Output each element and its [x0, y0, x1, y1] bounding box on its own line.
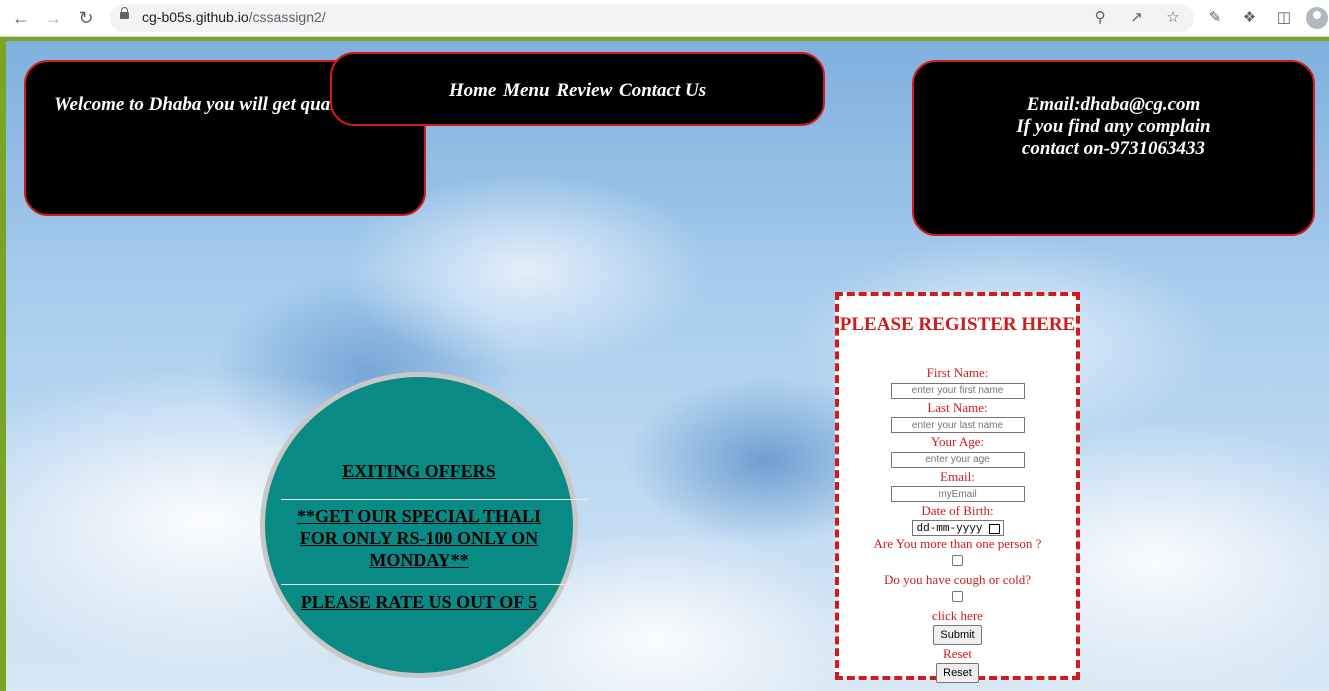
reload-icon[interactable]: ↻ — [74, 6, 98, 30]
side-panel-icon[interactable]: ◫ — [1272, 6, 1296, 30]
nav-menu[interactable]: Menu — [503, 80, 549, 101]
more-than-one-label: Are You more than one person ? — [873, 536, 1042, 551]
contact-complain: If you find any complain — [1016, 116, 1211, 137]
reset-label: Reset — [943, 646, 972, 661]
offers-divider — [281, 584, 589, 585]
dob-input[interactable]: dd-mm-yyyy — [911, 520, 1004, 536]
dob-placeholder: dd-mm-yyyy — [916, 523, 983, 535]
email-label: Email: — [940, 468, 975, 484]
dob-label: Date of Birth: — [921, 503, 994, 518]
nav-home[interactable]: Home — [449, 80, 497, 101]
last-name-input[interactable] — [890, 417, 1025, 433]
forward-arrow-icon[interactable]: → — [41, 6, 65, 30]
offers-divider — [281, 499, 589, 500]
url-path: /cssassign2/ — [248, 9, 326, 25]
more-than-one-checkbox[interactable] — [952, 555, 963, 566]
contact-email: Email:dhaba@cg.com — [1026, 94, 1201, 115]
register-form: First Name: Last Name: Your Age: Email: … — [839, 365, 1076, 684]
back-arrow-icon[interactable]: ← — [9, 6, 33, 30]
offers-circle: EXITING OFFERS **GET OUR SPECIAL THALI F… — [260, 372, 589, 678]
offers-rate: PLEASE RATE US OUT OF 5 — [300, 592, 538, 612]
share-icon[interactable]: ↗ — [1126, 7, 1148, 29]
navbar: Home Menu Review Contact Us — [330, 52, 825, 126]
nav-contact-us[interactable]: Contact Us — [619, 80, 706, 101]
cough-label: Do you have cough or cold? — [884, 572, 1031, 587]
reset-button[interactable]: Reset — [936, 663, 979, 683]
page-viewport: Welcome to Dhaba you will get quality fo… — [0, 37, 1329, 691]
first-name-input[interactable] — [890, 382, 1025, 399]
url-host: cg-b05s.github.io — [142, 9, 249, 25]
first-name-label: First Name: — [926, 365, 989, 380]
click-here-label: click here — [932, 608, 983, 623]
age-input[interactable] — [890, 451, 1025, 468]
eyedropper-icon[interactable]: ✎ — [1203, 6, 1227, 30]
age-label: Your Age: — [930, 434, 985, 449]
email-input[interactable] — [890, 486, 1025, 502]
register-title: PLEASE REGISTER HERE — [839, 314, 1076, 335]
zoom-icon[interactable]: ⚲ — [1089, 7, 1111, 29]
cough-checkbox[interactable] — [952, 591, 963, 602]
bookmark-star-icon[interactable]: ☆ — [1162, 7, 1184, 29]
register-form-box: PLEASE REGISTER HERE First Name: Last Na… — [835, 292, 1080, 683]
submit-button[interactable]: Submit — [933, 625, 982, 645]
url-text[interactable]: cg-b05s.github.io/cssassign2/ — [142, 9, 326, 25]
last-name-label: Last Name: — [927, 399, 988, 415]
profile-avatar-icon[interactable] — [1306, 6, 1329, 29]
contact-box: Email:dhaba@cg.com If you find any compl… — [912, 60, 1315, 236]
contact-phone: contact on-9731063433 — [1021, 138, 1206, 159]
extensions-puzzle-icon[interactable]: ❖ — [1237, 6, 1261, 30]
offers-deal: **GET OUR SPECIAL THALI FOR ONLY RS-100 … — [297, 506, 541, 570]
address-bar[interactable]: cg-b05s.github.io/cssassign2/ ⚲ ↗ ☆ — [110, 4, 1194, 32]
calendar-icon[interactable] — [988, 524, 1000, 534]
offers-title: EXITING OFFERS — [342, 461, 496, 481]
lock-icon[interactable] — [120, 7, 129, 19]
nav-review[interactable]: Review — [556, 80, 612, 101]
browser-toolbar: ← → ↻ cg-b05s.github.io/cssassign2/ ⚲ ↗ … — [0, 0, 1329, 37]
